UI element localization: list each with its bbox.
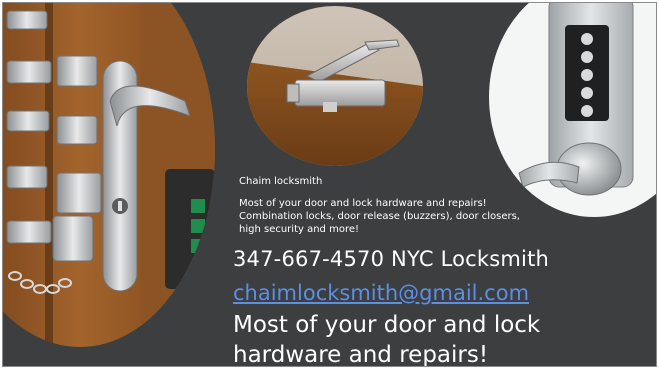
door-hardware-photo (3, 3, 215, 347)
phone-number[interactable]: 347-667-4570 NYC Locksmith (233, 247, 549, 271)
keypad-lock-photo (489, 3, 656, 217)
tagline-line: Most of your door and lock (233, 312, 541, 338)
description-line: high security and more! (239, 224, 359, 235)
description-line: Most of your door and lock hardware and … (239, 198, 487, 209)
door-closer-photo (247, 6, 423, 166)
tagline-line: hardware and repairs! (233, 342, 489, 367)
service-description: Most of your door and lock hardware and … (239, 197, 520, 236)
business-name: Chaim locksmith (239, 176, 323, 187)
email-link[interactable]: chaimlocksmith@gmail.com (233, 281, 529, 305)
business-card: Chaim locksmith Most of your door and lo… (2, 2, 657, 367)
description-line: Combination locks, door release (buzzers… (239, 211, 520, 222)
